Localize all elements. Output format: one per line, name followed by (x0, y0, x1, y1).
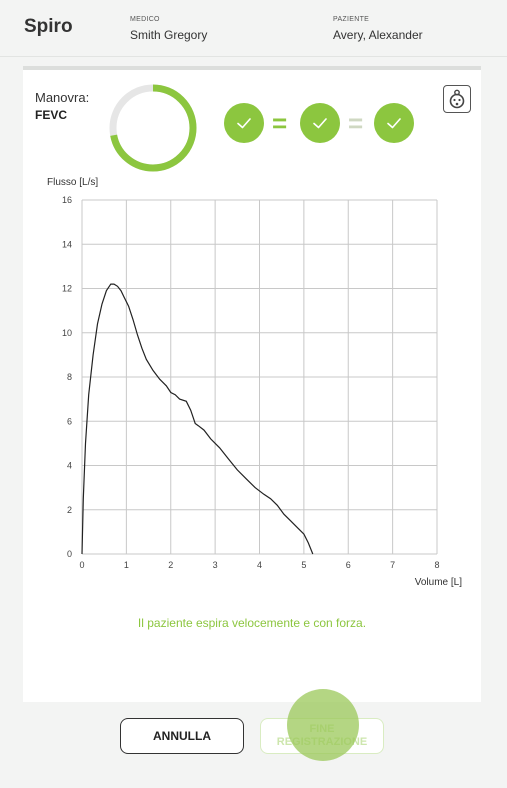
y-tick-label: 12 (62, 284, 72, 294)
x-tick-label: 6 (346, 560, 351, 570)
x-tick-label: 3 (213, 560, 218, 570)
quality-check-1 (224, 103, 264, 143)
quality-equal-1: = (272, 108, 288, 138)
maneuver-value: FEVC (35, 108, 68, 122)
app-header: Spiro MEDICO Smith Gregory PAZIENTE Aver… (0, 0, 507, 57)
x-axis-label: Volume [L] (415, 577, 462, 588)
x-tick-label: 1 (124, 560, 129, 570)
y-tick-label: 16 (62, 195, 72, 205)
y-tick-label: 4 (67, 461, 72, 471)
chart-grid (81, 199, 438, 555)
patient-label: PAZIENTE (333, 16, 370, 23)
maneuver-card: Manovra: FEVC = = Flusso [L/s] Volume [L… (23, 66, 481, 702)
x-tick-label: 2 (168, 560, 173, 570)
doctor-label: MEDICO (130, 16, 160, 23)
quality-equal-2: = (348, 108, 364, 138)
finish-recording-button[interactable]: FINE REGISTRAZIONE (260, 718, 384, 754)
maneuver-label: Manovra: (35, 90, 90, 105)
quality-check-3 (374, 103, 414, 143)
check-icon (237, 118, 251, 129)
y-tick-label: 2 (67, 505, 72, 515)
app-title: Spiro (24, 16, 73, 37)
y-tick-label: 6 (67, 416, 72, 426)
x-tick-label: 4 (257, 560, 262, 570)
y-tick-label: 8 (67, 372, 72, 382)
instruction-text: Il paziente espira velocemente e con for… (137, 616, 367, 630)
check-icon (387, 118, 401, 129)
check-icon (313, 118, 327, 129)
patient-name: Avery, Alexander (333, 28, 423, 42)
x-tick-label: 5 (301, 560, 306, 570)
doctor-name: Smith Gregory (130, 28, 208, 42)
cancel-button[interactable]: ANNULLA (120, 718, 244, 754)
x-tick-label: 8 (434, 560, 439, 570)
quality-check-2 (300, 103, 340, 143)
y-axis-label: Flusso [L/s] (47, 177, 98, 188)
maneuver-progress-ring (109, 84, 197, 172)
x-tick-label: 7 (390, 560, 395, 570)
y-tick-label: 10 (62, 328, 72, 338)
y-tick-label: 0 (67, 549, 72, 559)
incentive-animation-button[interactable] (443, 85, 471, 113)
x-tick-label: 0 (79, 560, 84, 570)
baby-face-icon (449, 89, 465, 109)
finish-button-line1: FINE (309, 723, 335, 735)
y-tick-label: 14 (62, 239, 72, 249)
finish-button-line2: REGISTRAZIONE (276, 736, 368, 748)
flow-volume-chart: Flusso [L/s] Volume [L] 0 1 2 3 4 5 6 7 80246810… (47, 177, 462, 588)
chart-tick-labels: 0 1 2 3 4 5 6 7 80246810121416 (62, 195, 440, 570)
flow-volume-curve (81, 283, 314, 555)
